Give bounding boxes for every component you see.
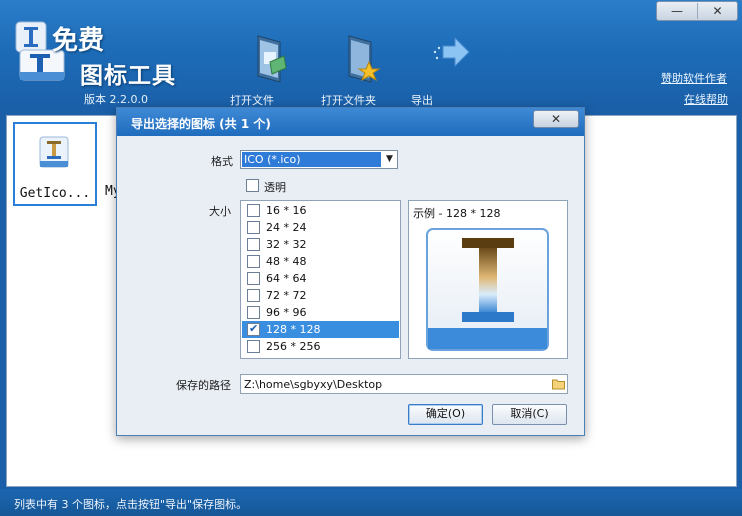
preview-title: 示例 - 128 * 128 (413, 207, 501, 220)
format-label: 格式 (211, 155, 233, 168)
open-folder-label: 打开文件夹 (321, 94, 376, 107)
export-dialog: 导出选择的图标 (共 1 个) ✕ 格式 ICO (*.ico) ▼ 透明 大小… (116, 107, 585, 436)
dialog-body: 格式 ICO (*.ico) ▼ 透明 大小 16 * 16 24 * 24 3… (117, 136, 584, 435)
folder-icon[interactable] (552, 378, 565, 390)
format-select-value: ICO (*.ico) (242, 152, 381, 167)
size-row-label: 72 * 72 (266, 289, 307, 302)
window-controls: — ✕ (656, 1, 738, 21)
size-checkbox[interactable] (247, 238, 260, 251)
size-row-label: 16 * 16 (266, 204, 307, 217)
size-list: 16 * 16 24 * 24 32 * 32 48 * 48 64 * 64 … (240, 200, 401, 359)
minimize-button[interactable]: — (657, 3, 697, 19)
dialog-title: 导出选择的图标 (共 1 个) (131, 117, 271, 131)
format-select[interactable]: ICO (*.ico) ▼ (240, 150, 398, 169)
export-arrow-icon (433, 36, 470, 68)
size-checkbox[interactable] (247, 340, 260, 353)
size-row-label: 128 * 128 (266, 323, 321, 336)
open-file-label: 打开文件 (230, 94, 274, 107)
status-bar: 列表中有 3 个图标，点击按钮"导出"保存图标。 (0, 489, 742, 516)
ok-button[interactable]: 确定(O) (408, 404, 483, 425)
size-row[interactable]: 96 * 96 (242, 304, 399, 321)
size-checkbox[interactable] (247, 221, 260, 234)
size-row-label: 64 * 64 (266, 272, 307, 285)
cancel-button[interactable]: 取消(C) (492, 404, 567, 425)
logo-title-main: 图标工具 (80, 63, 176, 89)
size-row[interactable]: 64 * 64 (242, 270, 399, 287)
size-row-label: 96 * 96 (266, 306, 307, 319)
donate-link[interactable]: 赞助软件作者 (661, 70, 727, 86)
size-row-label: 256 * 256 (266, 340, 321, 353)
size-row-label: 32 * 32 (266, 238, 307, 251)
size-checkbox-checked[interactable]: ✔ (247, 322, 260, 336)
size-row[interactable]: 24 * 24 (242, 219, 399, 236)
size-row[interactable]: 256 * 256 (242, 338, 399, 355)
open-file-button[interactable]: 打开文件 (230, 32, 310, 107)
open-folder-icon (348, 35, 381, 83)
size-row[interactable]: 32 * 32 (242, 236, 399, 253)
status-text: 列表中有 3 个图标，点击按钮"导出"保存图标。 (14, 498, 248, 511)
version-label: 版本 2.2.0.0 (84, 93, 148, 106)
path-input[interactable]: Z:\home\sgbyxy\Desktop (240, 374, 568, 394)
size-row-label: 48 * 48 (266, 255, 307, 268)
size-row-selected[interactable]: ✔ 128 * 128 (242, 321, 399, 338)
export-label: 导出 (411, 94, 433, 107)
dialog-titlebar: 导出选择的图标 (共 1 个) ✕ (117, 108, 584, 136)
export-button[interactable]: 导出 (411, 32, 491, 107)
logo-title-top: 免费 (52, 26, 105, 56)
size-row[interactable]: 72 * 72 (242, 287, 399, 304)
transparent-checkbox[interactable] (246, 179, 259, 192)
preview-panel: 示例 - 128 * 128 (408, 200, 568, 359)
path-label: 保存的路径 (176, 379, 231, 392)
help-link[interactable]: 在线帮助 (684, 91, 728, 107)
size-label: 大小 (209, 205, 231, 218)
path-value: Z:\home\sgbyxy\Desktop (244, 378, 383, 391)
size-row[interactable]: 16 * 16 (242, 202, 399, 219)
size-checkbox[interactable] (247, 272, 260, 285)
size-checkbox[interactable] (247, 255, 260, 268)
open-file-icon (257, 35, 287, 83)
close-button[interactable]: ✕ (697, 3, 737, 19)
transparent-label: 透明 (264, 181, 286, 194)
dialog-close-button[interactable]: ✕ (533, 110, 579, 128)
checkmark-icon: ✔ (249, 322, 259, 335)
size-checkbox[interactable] (247, 306, 260, 319)
size-row[interactable]: 48 * 48 (242, 253, 399, 270)
size-checkbox[interactable] (247, 289, 260, 302)
open-folder-button[interactable]: 打开文件夹 (321, 32, 401, 107)
size-row-label: 24 * 24 (266, 221, 307, 234)
list-item[interactable]: GetIco... (13, 122, 97, 206)
icon-thumbnail-icon (39, 136, 69, 168)
size-checkbox[interactable] (247, 204, 260, 217)
list-item-label: GetIco... (19, 186, 91, 201)
preview-icon (426, 228, 549, 351)
chevron-down-icon[interactable]: ▼ (382, 151, 397, 168)
